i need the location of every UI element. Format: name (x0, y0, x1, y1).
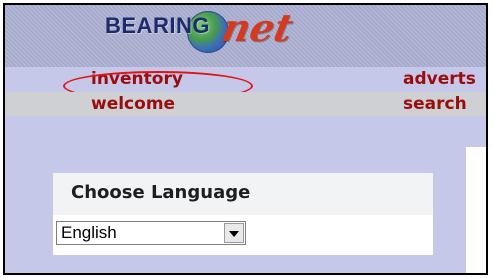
language-box: Choose Language English (53, 173, 433, 255)
nav-row-secondary: welcome search (5, 92, 486, 116)
logo-bearing-text: BEARING (105, 13, 210, 38)
chevron-down-icon[interactable] (224, 223, 244, 243)
browser-frame: BEARING net inventory adverts welcome se… (3, 3, 488, 275)
logo-net-text: net (218, 5, 298, 50)
language-select[interactable]: English (56, 221, 246, 245)
nav-link-adverts[interactable]: adverts (403, 67, 476, 91)
bearingnet-logo[interactable]: BEARING net (105, 5, 325, 67)
nav-link-welcome[interactable]: welcome (91, 92, 175, 116)
language-selected-value: English (61, 223, 117, 242)
language-title: Choose Language (71, 182, 251, 203)
dropdown-arrow-glyph (229, 231, 239, 237)
nav-link-inventory[interactable]: inventory (91, 67, 183, 91)
nav-row-primary: inventory adverts (5, 67, 486, 92)
language-select-row: English (53, 215, 433, 255)
right-content-panel (466, 147, 486, 273)
nav-link-search[interactable]: search (403, 92, 467, 116)
